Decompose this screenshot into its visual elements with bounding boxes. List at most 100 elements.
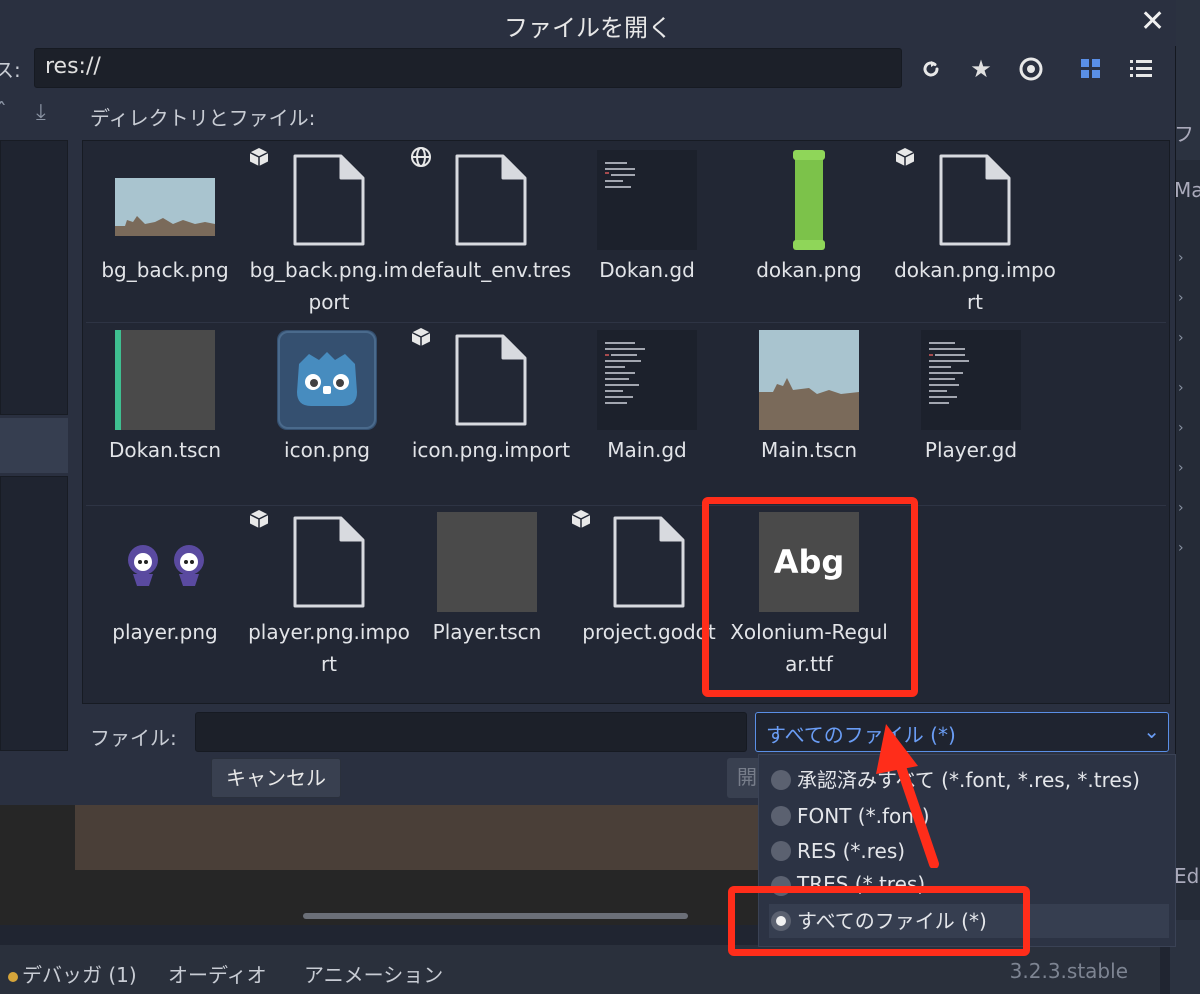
file-name: icon.png.import: [411, 438, 571, 462]
move-down-icon[interactable]: ⤓: [36, 100, 46, 125]
file-name: Main.tscn: [760, 438, 858, 462]
tab-debugger[interactable]: デバッガ (1): [8, 959, 137, 988]
landscape-thumbnail: [115, 150, 215, 250]
file-name: Dokan.gd: [599, 258, 695, 282]
file-icon: [599, 512, 699, 612]
file-item-icon-png-import[interactable]: icon.png.import: [410, 320, 572, 498]
file-item-default-env-tres[interactable]: default_env.tres: [410, 140, 572, 318]
list-view-icon[interactable]: [1124, 52, 1158, 86]
version-label: 3.2.3.stable: [1009, 959, 1128, 983]
path-input[interactable]: res://: [34, 48, 902, 88]
chevron-right-icon[interactable]: ›: [1178, 380, 1184, 396]
radio-icon: [771, 770, 791, 790]
file-name: player.png: [112, 620, 218, 644]
file-name: bg_back.png: [101, 258, 229, 282]
chevron-right-icon[interactable]: ›: [1178, 330, 1184, 346]
file-item-main-tscn[interactable]: Main.tscn: [728, 320, 890, 498]
chevron-right-icon[interactable]: ›: [1178, 540, 1184, 556]
show-hidden-eye-icon[interactable]: [1014, 52, 1048, 86]
file-name: Player.tscn: [432, 620, 542, 644]
scene-thumbnail: [759, 330, 859, 430]
annotation-arrow-icon: [876, 724, 939, 868]
file-item-main-gd[interactable]: Main.gd: [566, 320, 728, 498]
path-label: ス:: [0, 58, 21, 82]
recent-list[interactable]: [0, 476, 68, 751]
file-icon: [279, 512, 379, 612]
file-name: bg_back.png.import: [249, 258, 409, 314]
tab-animation[interactable]: アニメーション: [304, 959, 443, 988]
file-name-input[interactable]: [195, 712, 747, 752]
godot-logo-thumbnail: [277, 330, 377, 430]
grid-view-icon[interactable]: [1074, 52, 1108, 86]
file-name: icon.png: [284, 438, 370, 462]
file-item-player-gd[interactable]: Player.gd: [890, 320, 1052, 498]
script-thumbnail: [597, 330, 697, 430]
favorites-list[interactable]: [0, 140, 68, 415]
file-item-player-png-import[interactable]: player.png.import: [248, 502, 410, 680]
chevron-right-icon[interactable]: ›: [1178, 460, 1184, 476]
warning-dot-icon: [8, 972, 18, 982]
viewport-scrollbar[interactable]: [303, 913, 688, 919]
filter-option-res[interactable]: RES (*.res): [769, 834, 1169, 868]
chevron-down-icon: ⌄: [1143, 719, 1160, 743]
pipe-thumbnail: [759, 150, 859, 250]
file-name: dokan.png.import: [894, 258, 1056, 314]
open-file-dialog: ファイルを開く ✕ ス: res:// ★ ˆ ⤓ ディレクトリとファイル: b…: [0, 0, 1176, 805]
tab-audio[interactable]: オーディオ: [168, 959, 267, 988]
chevron-right-icon[interactable]: ›: [1178, 290, 1184, 306]
file-icon: [925, 150, 1025, 250]
close-icon[interactable]: ✕: [1140, 4, 1165, 39]
file-item-dokan-png[interactable]: dokan.png: [728, 140, 890, 318]
radio-icon: [771, 806, 791, 826]
file-name: Dokan.tscn: [108, 438, 222, 462]
filter-option-label: 承認済みすべて (*.font, *.res, *.tres): [797, 768, 1140, 792]
file-name: default_env.tres: [410, 258, 572, 282]
scene-viewport[interactable]: [0, 805, 760, 925]
filter-option-recognized[interactable]: 承認済みすべて (*.font, *.res, *.tres): [769, 763, 1169, 797]
file-item-dokan-gd[interactable]: Dokan.gd: [566, 140, 728, 318]
cancel-button[interactable]: キャンセル: [211, 758, 341, 798]
directories-and-files-label: ディレクトリとファイル:: [90, 106, 316, 130]
file-item-player-png[interactable]: player.png: [84, 502, 246, 680]
file-icon: [279, 150, 379, 250]
file-name: player.png.import: [248, 620, 410, 676]
dialog-title: ファイルを開く: [504, 14, 672, 42]
edge-label-top: フ: [1174, 122, 1194, 146]
cube-icon: [570, 508, 594, 532]
cube-icon: [410, 326, 434, 350]
file-item-dokan-png-import[interactable]: dokan.png.import: [894, 140, 1056, 318]
script-thumbnail: [597, 150, 697, 250]
chevron-right-icon[interactable]: ›: [1178, 420, 1184, 436]
file-icon: [441, 150, 541, 250]
file-item-icon-png[interactable]: icon.png: [246, 320, 408, 498]
favorites-selected-row[interactable]: [0, 418, 68, 473]
file-name-label: ファイル:: [90, 726, 177, 750]
file-item-player-tscn[interactable]: Player.tscn: [406, 502, 568, 680]
file-icon: [441, 330, 541, 430]
cube-icon: [248, 508, 272, 532]
file-item-bg-back-png[interactable]: bg_back.png: [84, 140, 246, 318]
favorite-star-icon[interactable]: ★: [964, 52, 998, 86]
tab-debugger-label: デバッガ (1): [22, 963, 137, 987]
file-item-dokan-tscn[interactable]: Dokan.tscn: [84, 320, 246, 498]
highlight-box-font-file: [702, 497, 918, 697]
viewport-ground: [75, 805, 760, 870]
file-filter-select[interactable]: すべてのファイル (*) ⌄: [755, 712, 1169, 752]
scene-thumbnail: [437, 512, 537, 612]
highlight-box-all-files-option: [728, 886, 1030, 956]
chevron-right-icon[interactable]: ›: [1178, 500, 1184, 516]
cube-icon: [894, 146, 918, 170]
move-up-icon[interactable]: ˆ: [0, 100, 7, 125]
chevron-right-icon[interactable]: ›: [1178, 250, 1184, 266]
filter-option-font[interactable]: FONT (*.font): [769, 799, 1169, 833]
radio-icon: [771, 841, 791, 861]
file-item-bg-back-png-import[interactable]: bg_back.png.import: [248, 140, 410, 318]
dialog-titlebar[interactable]: ファイルを開く ✕: [0, 0, 1176, 46]
sprite-thumbnail: [115, 512, 215, 612]
refresh-icon[interactable]: [914, 52, 948, 86]
file-name: Main.gd: [607, 438, 687, 462]
file-name: dokan.png: [756, 258, 862, 282]
edge-label-bottom: Edi: [1174, 864, 1200, 888]
cube-icon: [248, 146, 272, 170]
globe-icon: [410, 146, 434, 170]
